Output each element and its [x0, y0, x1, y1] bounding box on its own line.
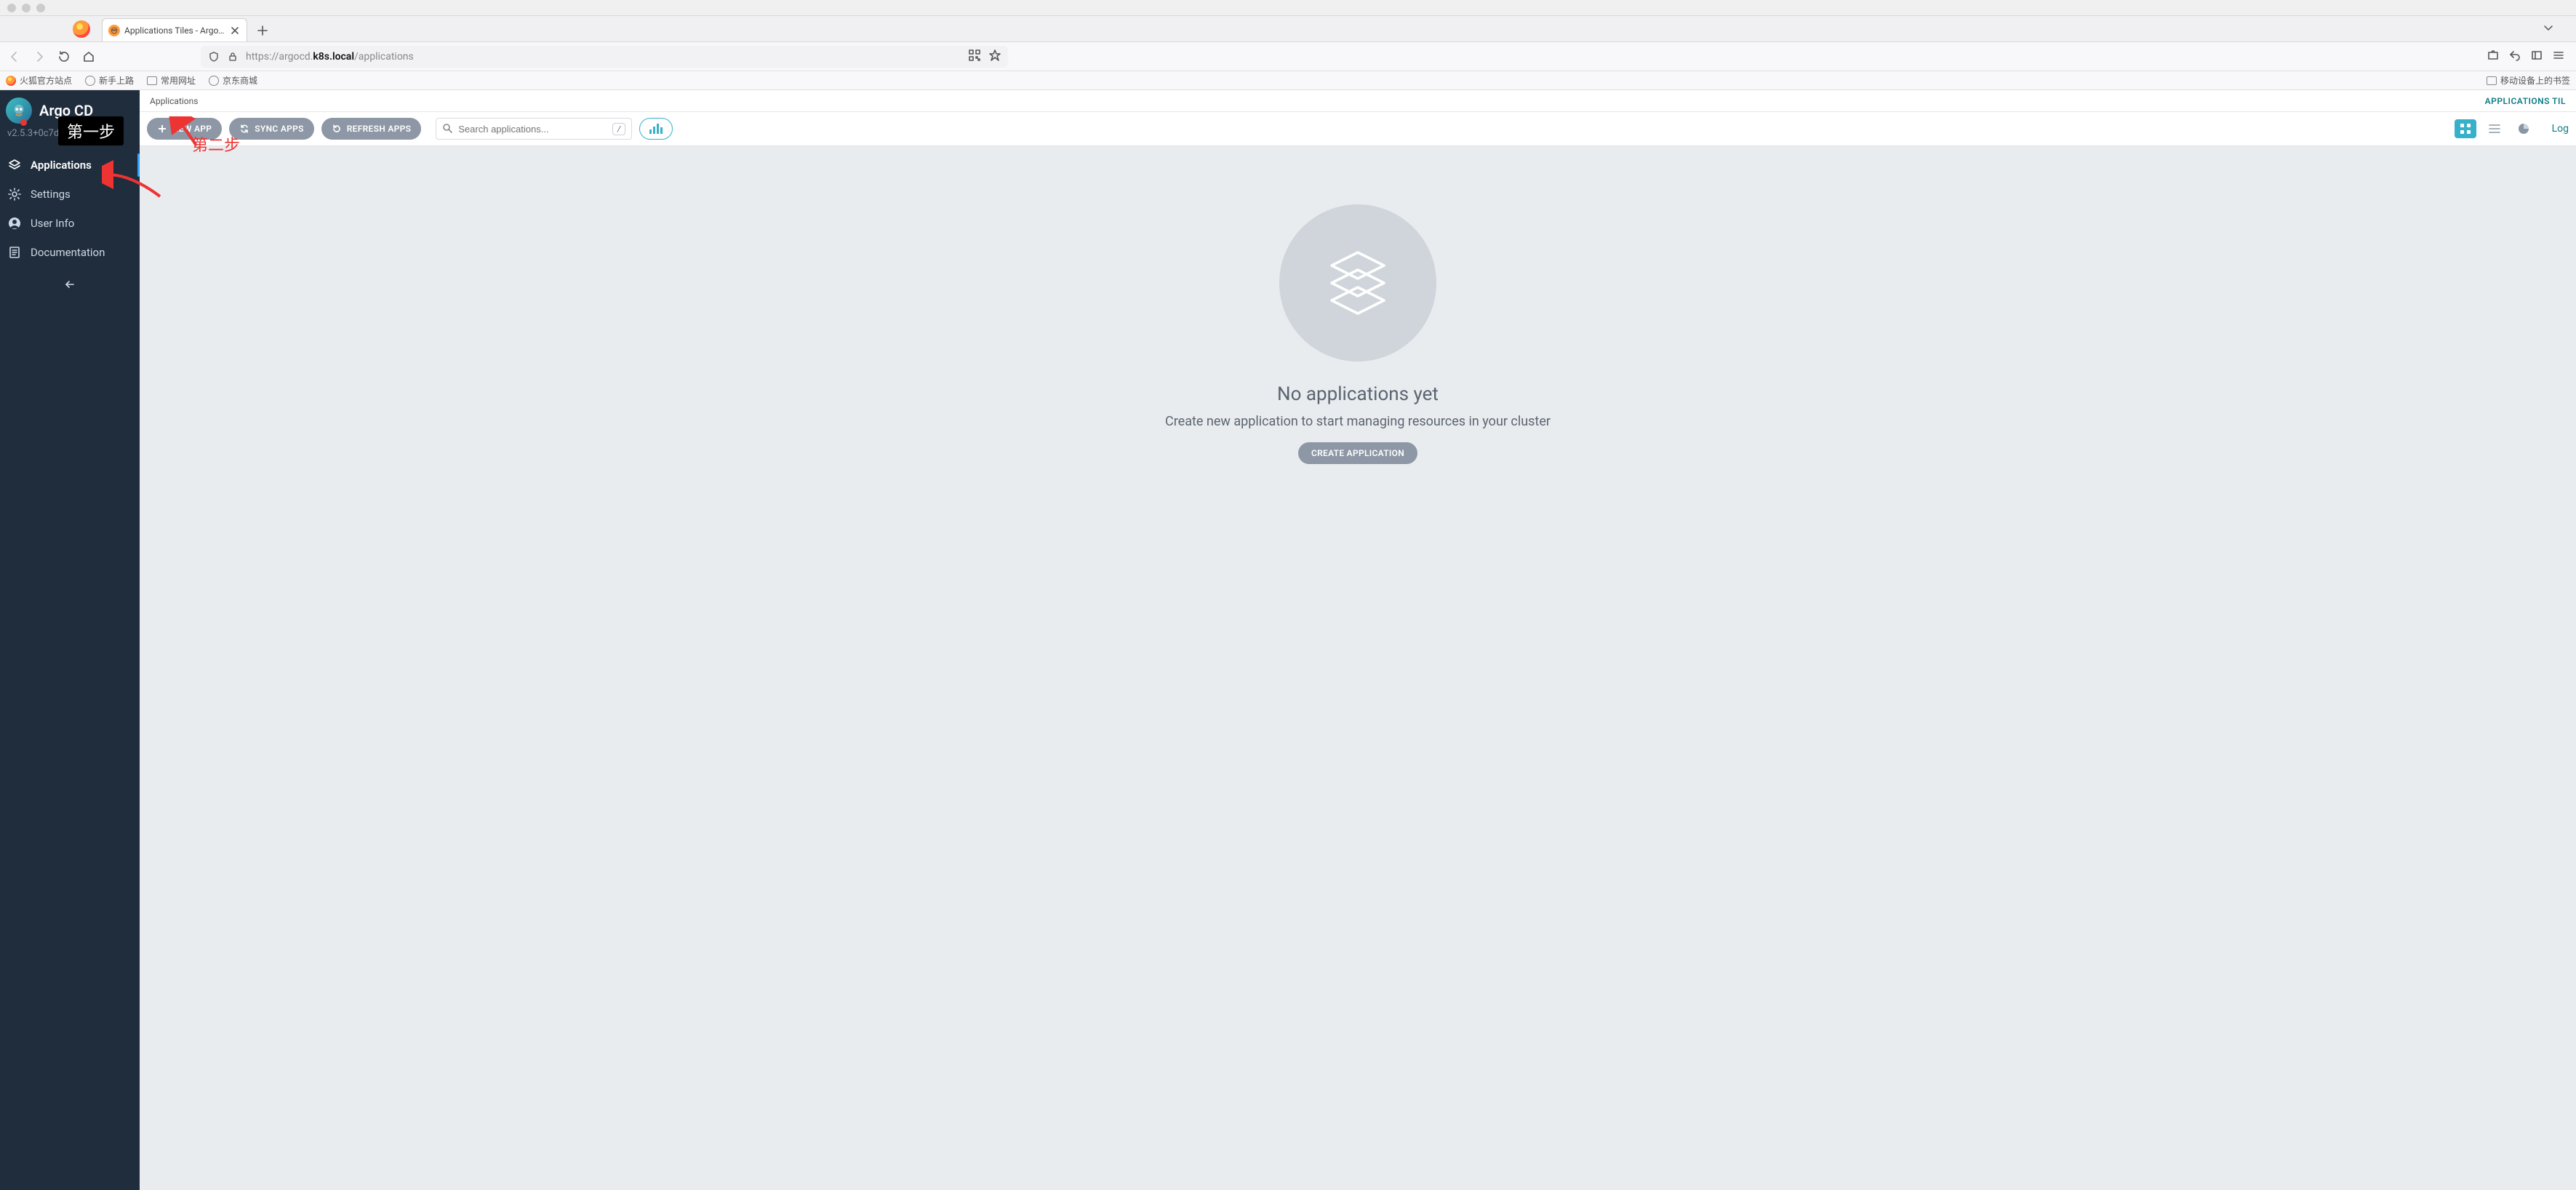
- tab-close-icon[interactable]: [229, 25, 241, 36]
- bookmark-label: 京东商城: [223, 74, 257, 87]
- view-pie-button[interactable]: [2513, 119, 2535, 138]
- nav-reload-icon[interactable]: [57, 49, 71, 64]
- bookmark-label: 常用网址: [161, 74, 196, 87]
- url-bar[interactable]: https://argocd.k8s.local/applications: [201, 46, 1008, 68]
- empty-illustration-icon: [1279, 204, 1436, 362]
- content-area: No applications yet Create new applicati…: [140, 146, 2576, 1190]
- bookmark-label: 新手上路: [99, 74, 134, 87]
- view-list-button[interactable]: [2484, 119, 2505, 138]
- sidebar-toggle-icon[interactable]: [2531, 49, 2543, 64]
- breadcrumb: Applications: [150, 96, 198, 106]
- bookmark-label: 移动设备上的书签: [2500, 74, 2570, 87]
- button-label: REFRESH APPS: [347, 124, 412, 134]
- empty-title: No applications yet: [1132, 383, 1583, 405]
- user-icon: [7, 216, 22, 231]
- bookmark-item[interactable]: 新手上路: [85, 74, 134, 87]
- tabs-overflow-icon[interactable]: [2543, 22, 2554, 36]
- create-application-button[interactable]: CREATE APPLICATION: [1298, 442, 1417, 464]
- refresh-apps-button[interactable]: REFRESH APPS: [321, 118, 422, 140]
- document-icon: [7, 245, 22, 260]
- nav-forward-icon[interactable]: [32, 49, 47, 64]
- breadcrumb-row: Applications APPLICATIONS TIL: [140, 90, 2576, 112]
- view-switcher: Log: [2455, 119, 2569, 138]
- layers-icon: [7, 158, 22, 172]
- sidebar-item-settings[interactable]: Settings: [0, 180, 140, 209]
- bookmark-item[interactable]: 移动设备上的书签: [2487, 74, 2570, 87]
- nav-back-icon[interactable]: [7, 49, 22, 64]
- search-input[interactable]: [458, 124, 607, 135]
- browser-url-row: https://argocd.k8s.local/applications: [0, 42, 2576, 71]
- filter-chip[interactable]: [639, 118, 673, 140]
- sync-icon: [239, 124, 249, 134]
- search-icon: [442, 122, 452, 136]
- button-label: CREATE APPLICATION: [1311, 448, 1404, 458]
- globe-icon: [209, 76, 219, 86]
- mac-minimize-button[interactable]: [22, 4, 31, 12]
- button-label: SYNC APPS: [255, 124, 303, 134]
- view-tiles-button[interactable]: [2455, 119, 2476, 138]
- sidebar-header: Argo CD: [0, 95, 140, 125]
- view-mode-label[interactable]: APPLICATIONS TIL: [2485, 96, 2566, 106]
- bookmark-star-icon[interactable]: [989, 49, 1001, 64]
- gear-icon: [7, 187, 22, 201]
- log-link[interactable]: Log: [2552, 123, 2569, 135]
- globe-icon: [85, 76, 95, 86]
- button-label: NEW APP: [172, 124, 212, 134]
- sidebar-item-label: Documentation: [31, 246, 105, 259]
- main-panel: Applications APPLICATIONS TIL NEW APP SY…: [140, 90, 2576, 1190]
- app-root: Argo CD v2.5.3+0c7de21 Applications Sett…: [0, 90, 2576, 1190]
- folder-icon: [147, 76, 157, 85]
- firefox-icon: [6, 76, 16, 86]
- tab-title: Applications Tiles - Argo CD: [124, 25, 225, 36]
- mac-close-button[interactable]: [7, 4, 16, 12]
- hamburger-menu-icon[interactable]: [2553, 49, 2564, 64]
- qr-icon[interactable]: [969, 49, 980, 64]
- bookmark-item[interactable]: 火狐官方站点: [6, 74, 72, 87]
- sidebar-item-userinfo[interactable]: User Info: [0, 209, 140, 238]
- bookmark-item[interactable]: 京东商城: [209, 74, 257, 87]
- empty-subtitle: Create new application to start managing…: [1132, 414, 1583, 429]
- sidebar-item-label: Settings: [31, 188, 71, 201]
- bars-icon: [649, 124, 663, 134]
- undo-icon[interactable]: [2509, 49, 2521, 64]
- version-label: v2.5.3+0c7de21: [0, 125, 140, 143]
- bookmark-label: 火狐官方站点: [20, 74, 72, 87]
- argo-logo-icon: [6, 97, 32, 124]
- search-apps-field[interactable]: /: [436, 118, 632, 140]
- apps-toolbar: NEW APP SYNC APPS REFRESH APPS /: [140, 112, 2576, 146]
- bookmark-item[interactable]: 常用网址: [147, 74, 196, 87]
- new-app-button[interactable]: NEW APP: [147, 118, 222, 140]
- tab-favicon-icon: [108, 25, 120, 36]
- sidebar-item-label: User Info: [31, 217, 74, 230]
- lock-icon[interactable]: [227, 51, 239, 63]
- kbd-hint: /: [612, 123, 625, 135]
- url-text: https://argocd.k8s.local/applications: [246, 51, 961, 63]
- sidebar-item-documentation[interactable]: Documentation: [0, 238, 140, 267]
- browser-tab[interactable]: Applications Tiles - Argo CD: [102, 18, 247, 41]
- screenshot-icon[interactable]: [2487, 49, 2499, 64]
- new-tab-button[interactable]: [252, 20, 273, 41]
- firefox-icon: [73, 20, 90, 38]
- mac-zoom-button[interactable]: [36, 4, 45, 12]
- sidebar-collapse-button[interactable]: [0, 271, 140, 300]
- mobile-folder-icon: [2487, 76, 2497, 85]
- app-title: Argo CD: [39, 102, 93, 119]
- sidebar-item-label: Applications: [31, 159, 92, 172]
- bookmarks-bar: 火狐官方站点 新手上路 常用网址 京东商城 移动设备上的书签: [0, 71, 2576, 90]
- sync-apps-button[interactable]: SYNC APPS: [229, 118, 313, 140]
- plus-icon: [157, 124, 167, 134]
- sidebar: Argo CD v2.5.3+0c7de21 Applications Sett…: [0, 90, 140, 1190]
- tracking-shield-icon[interactable]: [208, 51, 220, 63]
- browser-tabstrip: Applications Tiles - Argo CD: [0, 16, 2576, 42]
- sidebar-item-applications[interactable]: Applications: [0, 151, 140, 180]
- refresh-icon: [332, 124, 342, 134]
- macos-titlebar: [0, 0, 2576, 16]
- empty-state: No applications yet Create new applicati…: [1132, 204, 1583, 464]
- nav-home-icon[interactable]: [81, 49, 96, 64]
